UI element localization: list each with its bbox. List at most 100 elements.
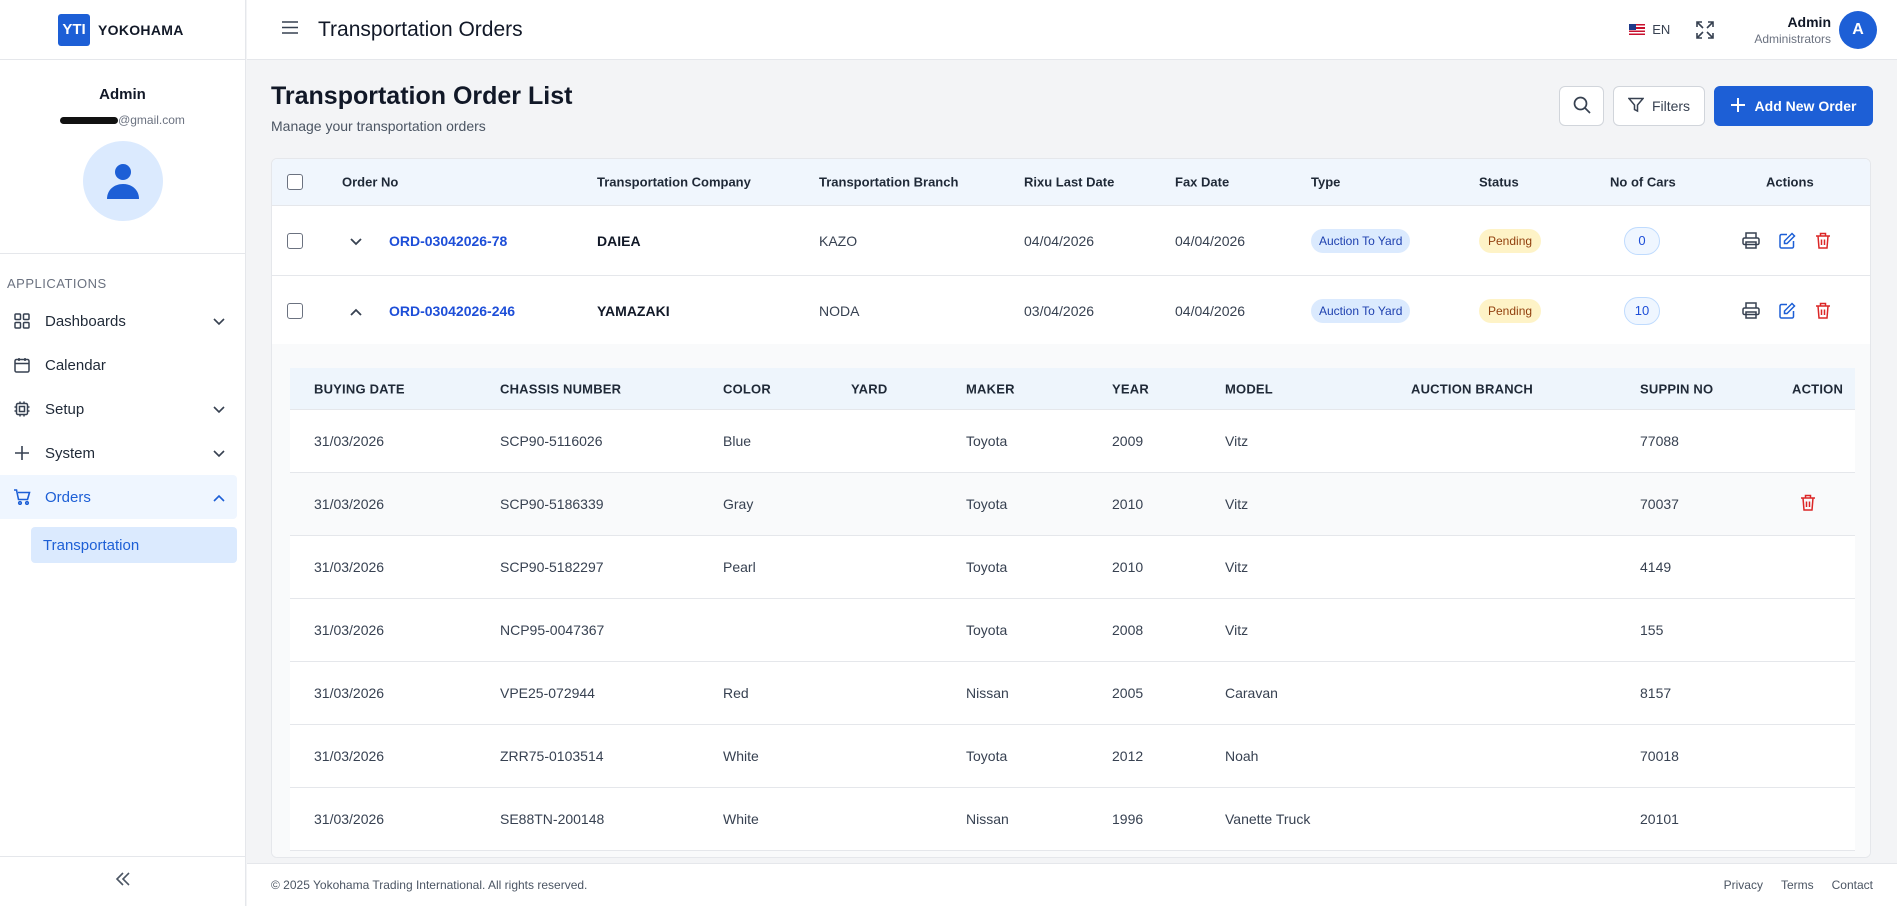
table-row[interactable]: ORD-03042026-78 DAIEA KAZO 04/04/2026 04… xyxy=(272,206,1870,276)
column-header[interactable]: Transportation Branch xyxy=(819,175,958,190)
row-checkbox[interactable] xyxy=(287,302,303,319)
edit-button[interactable] xyxy=(1776,230,1798,252)
top-bar: Transportation Orders EN Admin Administr… xyxy=(247,0,1897,60)
sidebar-item-setup[interactable]: Setup xyxy=(0,387,237,431)
filter-icon xyxy=(1627,97,1645,116)
trash-icon xyxy=(1816,302,1830,319)
car-maker: Toyota xyxy=(966,433,1008,449)
chevron-down-icon xyxy=(213,313,225,330)
car-year: 2005 xyxy=(1112,685,1144,701)
chassis-number: ZRR75-0103514 xyxy=(500,748,604,764)
car-model: Vanette Truck xyxy=(1225,811,1311,827)
profile-name: Admin xyxy=(99,86,146,103)
sidebar-subitem-transportation[interactable]: Transportation xyxy=(31,527,237,563)
cars-table: BUYING DATE CHASSIS NUMBER COLOR YARD MA… xyxy=(290,368,1855,851)
search-icon xyxy=(1573,96,1591,117)
order-number-link[interactable]: ORD-03042026-78 xyxy=(389,233,507,249)
order-cars-panel: BUYING DATE CHASSIS NUMBER COLOR YARD MA… xyxy=(272,344,1870,857)
printer-icon xyxy=(1742,302,1760,319)
edit-button[interactable] xyxy=(1776,300,1798,322)
sidebar-item-calendar[interactable]: Calendar xyxy=(0,343,237,387)
car-row[interactable]: 31/03/2026 VPE25-072944 Red Nissan 2005 Carav… xyxy=(290,662,1855,725)
column-header[interactable]: Fax Date xyxy=(1175,175,1229,190)
logo[interactable]: YTI YOKOHAMA xyxy=(0,0,245,60)
sidebar: YTI YOKOHAMA Admin @gmail.com APPLICATIO… xyxy=(0,0,246,906)
expand-row-button[interactable] xyxy=(350,233,362,249)
print-button[interactable] xyxy=(1740,300,1762,322)
car-count-badge: 10 xyxy=(1624,296,1660,325)
chassis-number: SCP90-5182297 xyxy=(500,559,604,575)
user-info[interactable]: Admin Administrators xyxy=(1754,14,1831,46)
delete-car-button[interactable] xyxy=(1800,494,1816,514)
filters-button[interactable]: Filters xyxy=(1613,86,1705,126)
transport-company: DAIEA xyxy=(597,232,641,249)
search-button[interactable] xyxy=(1559,86,1604,126)
suppin-number: 4149 xyxy=(1640,559,1672,575)
footer-link-privacy[interactable]: Privacy xyxy=(1724,878,1763,892)
trash-icon xyxy=(1816,232,1830,249)
select-all-checkbox[interactable] xyxy=(287,174,303,190)
printer-icon xyxy=(1742,232,1760,249)
logo-text: YOKOHAMA xyxy=(98,21,184,38)
edit-icon xyxy=(1778,302,1796,319)
footer-link-contact[interactable]: Contact xyxy=(1832,878,1873,892)
user-avatar[interactable]: A xyxy=(1839,10,1877,49)
status-badge: Pending xyxy=(1479,298,1542,323)
car-row[interactable]: 31/03/2026 NCP95-0047367 Toyota 2008 Vitz 155 xyxy=(290,599,1855,662)
page-heading: Transportation Order List Manage your tr… xyxy=(271,82,572,134)
cpu-icon xyxy=(13,400,31,418)
add-new-order-button[interactable]: Add New Order xyxy=(1714,86,1873,126)
chassis-number: NCP95-0047367 xyxy=(500,622,605,638)
car-row[interactable]: 31/03/2026 SCP90-5116026 Blue Toyota 2009 Vit… xyxy=(290,410,1855,473)
suppin-number: 77088 xyxy=(1640,433,1679,449)
car-row[interactable]: 31/03/2026 ZRR75-0103514 White Toyota 2012 No… xyxy=(290,725,1855,788)
order-number-link[interactable]: ORD-03042026-246 xyxy=(389,303,515,319)
buying-date: 31/03/2026 xyxy=(314,622,385,638)
column-header[interactable]: Order No xyxy=(342,175,398,190)
sidebar-item-dashboards[interactable]: Dashboards xyxy=(0,299,237,343)
column-header[interactable]: No of Cars xyxy=(1610,175,1676,190)
chassis-number: SE88TN-200148 xyxy=(500,811,605,827)
suppin-number: 8157 xyxy=(1640,685,1672,701)
car-maker: Toyota xyxy=(966,496,1008,512)
column-header[interactable]: Type xyxy=(1311,175,1340,190)
column-header[interactable]: Status xyxy=(1479,175,1519,190)
collapse-row-button[interactable] xyxy=(350,303,362,319)
delete-button[interactable] xyxy=(1812,300,1834,322)
rixu-last-date: 03/04/2026 xyxy=(1024,302,1095,319)
sidebar-item-orders[interactable]: Orders xyxy=(0,475,237,519)
sidebar-nav: Dashboards Calendar Setup System Orders … xyxy=(0,299,245,563)
calendar-icon xyxy=(13,356,31,374)
car-maker: Toyota xyxy=(966,559,1008,575)
table-header: Order No Transportation Company Transpor… xyxy=(272,159,1870,206)
row-actions xyxy=(1740,230,1834,252)
column-header[interactable]: Rixu Last Date xyxy=(1024,175,1114,190)
fullscreen-button[interactable] xyxy=(1696,20,1715,39)
car-model: Vitz xyxy=(1225,433,1249,449)
car-year: 2009 xyxy=(1112,433,1144,449)
suppin-number: 70018 xyxy=(1640,748,1679,764)
chevron-up-icon xyxy=(350,308,362,316)
car-row[interactable]: 31/03/2026 SCP90-5182297 Pearl Toyota 2010 Vi… xyxy=(290,536,1855,599)
email-redaction xyxy=(60,116,119,124)
row-actions xyxy=(1740,300,1834,322)
menu-toggle-button[interactable] xyxy=(280,20,300,40)
row-checkbox[interactable] xyxy=(287,232,303,249)
sidebar-collapse-button[interactable] xyxy=(0,856,246,906)
sidebar-item-system[interactable]: System xyxy=(0,431,237,475)
column-header[interactable]: Transportation Company xyxy=(597,175,751,190)
chevron-down-icon xyxy=(350,237,362,245)
footer: © 2025 Yokohama Trading International. A… xyxy=(247,863,1897,906)
fullscreen-icon xyxy=(1696,20,1715,43)
table-row[interactable]: ORD-03042026-246 YAMAZAKI NODA 03/04/202… xyxy=(272,276,1870,346)
footer-link-terms[interactable]: Terms xyxy=(1781,878,1814,892)
car-row[interactable]: 31/03/2026 SCP90-5186339 Gray Toyota 2010 Vit… xyxy=(290,473,1855,536)
car-row[interactable]: 31/03/2026 SE88TN-200148 White Nissan 1996 Va… xyxy=(290,788,1855,851)
sidebar-item-label: Dashboards xyxy=(45,312,126,330)
print-button[interactable] xyxy=(1740,230,1762,252)
header-title: Transportation Orders xyxy=(318,17,523,41)
language-selector[interactable]: EN xyxy=(1629,22,1670,37)
car-model: Noah xyxy=(1225,748,1259,764)
delete-button[interactable] xyxy=(1812,230,1834,252)
column-header: CHASSIS NUMBER xyxy=(500,381,622,396)
